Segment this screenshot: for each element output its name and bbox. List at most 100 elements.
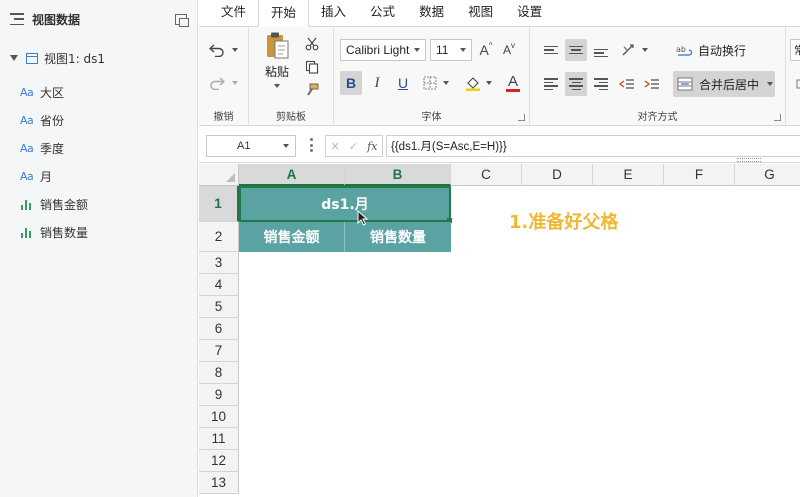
redo-dropdown-icon[interactable]: [231, 81, 238, 85]
redo-button[interactable]: [205, 73, 241, 93]
view-node[interactable]: 视图1: ds1: [0, 38, 197, 78]
format-painter-button[interactable]: [303, 81, 321, 99]
paste-button[interactable]: 粘贴: [259, 31, 295, 93]
text-field-icon: Aa: [20, 85, 34, 99]
chevron-down-icon[interactable]: [283, 144, 289, 148]
tab-file[interactable]: 文件: [209, 0, 258, 26]
align-bottom-button[interactable]: [590, 39, 612, 61]
row-header[interactable]: 7: [199, 340, 239, 362]
sidebar: 视图数据 视图1: ds1 Aa 大区 Aa 省份 Aa 季度 Aa 月 销售金…: [0, 0, 198, 497]
spreadsheet-grid[interactable]: A B C D E F G 1 2 3 4 5 6 7 8 9 10 11 12…: [199, 164, 800, 497]
align-middle-button[interactable]: [565, 39, 587, 61]
expand-icon[interactable]: [175, 13, 189, 27]
row-header[interactable]: 8: [199, 362, 239, 384]
field-item[interactable]: Aa 大区: [0, 78, 197, 106]
select-all-corner[interactable]: [199, 164, 239, 186]
alignment-dialog-launcher-icon[interactable]: [774, 114, 781, 121]
fill-color-button[interactable]: [458, 71, 498, 95]
cut-button[interactable]: [303, 35, 321, 53]
column-header[interactable]: G: [735, 164, 800, 186]
row-header[interactable]: 9: [199, 384, 239, 406]
row-header[interactable]: 11: [199, 428, 239, 450]
wrap-text-button[interactable]: ab 自动换行: [676, 38, 776, 62]
currency-icon: [796, 79, 800, 89]
align-top-button[interactable]: [540, 39, 562, 61]
tab-home[interactable]: 开始: [258, 0, 310, 27]
font-size-select[interactable]: 11: [430, 39, 472, 61]
increase-indent-button[interactable]: [641, 72, 663, 96]
increase-indent-icon: [644, 79, 659, 89]
column-header[interactable]: B: [345, 164, 451, 186]
border-button[interactable]: [418, 71, 454, 95]
tab-formula[interactable]: 公式: [358, 0, 407, 26]
copy-icon: [305, 60, 319, 74]
field-item[interactable]: Aa 月: [0, 162, 197, 190]
confirm-icon[interactable]: ✓: [349, 140, 358, 153]
undo-dropdown-icon[interactable]: [231, 48, 238, 52]
row-header[interactable]: 10: [199, 406, 239, 428]
paste-label: 粘贴: [264, 65, 289, 79]
row-header[interactable]: 3: [199, 252, 239, 274]
cell-b2[interactable]: 销售数量: [345, 222, 451, 252]
column-header[interactable]: F: [664, 164, 735, 186]
row-header[interactable]: 2: [199, 222, 239, 252]
row-header[interactable]: 1: [199, 186, 239, 222]
number-format-button[interactable]: [792, 74, 800, 94]
column-header[interactable]: C: [451, 164, 522, 186]
bold-button[interactable]: B: [340, 71, 362, 95]
font-color-button[interactable]: A: [502, 71, 524, 95]
copy-button[interactable]: [303, 58, 321, 76]
chevron-down-icon: [443, 81, 449, 85]
field-item[interactable]: Aa 省份: [0, 106, 197, 134]
underline-button[interactable]: U: [392, 71, 414, 95]
decrease-indent-button[interactable]: [616, 72, 638, 96]
more-options-icon[interactable]: [310, 138, 313, 152]
formula-input[interactable]: {{ds1.月(S=Asc,E=H)}}: [386, 135, 800, 157]
name-box[interactable]: A1: [206, 135, 296, 157]
menu-collapse-icon[interactable]: [10, 13, 24, 25]
field-item[interactable]: 销售数量: [0, 218, 197, 246]
row-header[interactable]: 12: [199, 450, 239, 472]
merge-center-button[interactable]: 合并后居中: [673, 71, 775, 97]
row-header[interactable]: 13: [199, 472, 239, 494]
scissors-icon: [305, 37, 319, 51]
merged-cell-a1-b1[interactable]: ds1.月: [239, 186, 451, 222]
font-name-select[interactable]: Calibri Light: [340, 39, 426, 61]
column-header[interactable]: D: [522, 164, 593, 186]
column-header[interactable]: E: [593, 164, 664, 186]
cancel-icon[interactable]: ✕: [331, 140, 340, 153]
tab-view[interactable]: 视图: [456, 0, 505, 26]
row-header[interactable]: 6: [199, 318, 239, 340]
paste-dropdown-icon[interactable]: [274, 84, 280, 88]
orientation-icon: [622, 44, 634, 56]
mouse-cursor-icon: [357, 210, 369, 226]
wrap-text-label: 自动换行: [698, 43, 747, 58]
font-dialog-launcher-icon[interactable]: [518, 114, 525, 121]
column-header[interactable]: A: [239, 164, 345, 186]
italic-button[interactable]: I: [366, 71, 388, 95]
align-middle-icon: [569, 45, 583, 55]
merge-center-label: 合并后居中: [699, 77, 760, 92]
text-orientation-button[interactable]: [616, 39, 652, 61]
tab-data[interactable]: 数据: [407, 0, 456, 26]
bar-chart-icon: [20, 227, 36, 238]
undo-button[interactable]: [205, 40, 241, 60]
number-format-select[interactable]: 常: [790, 39, 800, 61]
align-center-button[interactable]: [565, 72, 587, 96]
font-grow-button[interactable]: A ^: [476, 39, 496, 61]
expand-triangle-icon[interactable]: [10, 55, 18, 61]
font-shrink-button[interactable]: Av: [499, 39, 519, 61]
formula-resize-handle[interactable]: [737, 158, 761, 162]
cell-a2[interactable]: 销售金额: [239, 222, 345, 252]
field-item[interactable]: 销售金额: [0, 190, 197, 218]
field-item[interactable]: Aa 季度: [0, 134, 197, 162]
row-header[interactable]: 5: [199, 296, 239, 318]
row-header[interactable]: 4: [199, 274, 239, 296]
ribbon: 撤销 粘贴 剪贴板 Calibri Light 11 A ^ A v B I U…: [199, 27, 800, 126]
tab-insert[interactable]: 插入: [309, 0, 358, 26]
align-left-button[interactable]: [540, 72, 562, 96]
align-right-button[interactable]: [590, 72, 612, 96]
redo-icon: [209, 77, 225, 90]
insert-function-button[interactable]: fx: [367, 140, 377, 153]
tab-settings[interactable]: 设置: [505, 0, 554, 26]
